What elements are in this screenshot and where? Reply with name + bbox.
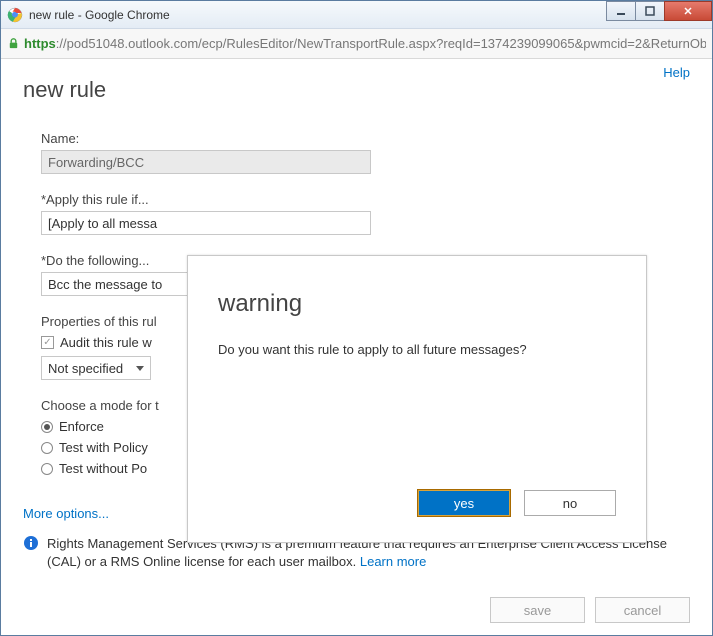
maximize-button[interactable] bbox=[635, 1, 665, 21]
lock-icon bbox=[7, 37, 20, 51]
chrome-icon bbox=[7, 7, 23, 23]
audit-label: Audit this rule w bbox=[60, 335, 152, 350]
window-titlebar: new rule - Google Chrome bbox=[1, 1, 712, 29]
mode-test-policy-label: Test with Policy bbox=[59, 440, 148, 455]
name-input[interactable] bbox=[41, 150, 371, 174]
mode-test-without-radio[interactable] bbox=[41, 463, 53, 475]
learn-more-link[interactable]: Learn more bbox=[360, 554, 426, 569]
mode-enforce-label: Enforce bbox=[59, 419, 104, 434]
window-title: new rule - Google Chrome bbox=[29, 8, 170, 22]
no-button[interactable]: no bbox=[524, 490, 616, 516]
audit-checkbox[interactable]: ✓ bbox=[41, 336, 54, 349]
cancel-button[interactable]: cancel bbox=[595, 597, 690, 623]
severity-select[interactable]: Not specified bbox=[41, 356, 151, 380]
close-button[interactable] bbox=[664, 1, 712, 21]
mode-test-without-label: Test without Po bbox=[59, 461, 147, 476]
footer-buttons: save cancel bbox=[490, 597, 690, 623]
save-button[interactable]: save bbox=[490, 597, 585, 623]
help-link[interactable]: Help bbox=[663, 65, 690, 80]
dialog-buttons: yes no bbox=[418, 490, 616, 516]
name-label: Name: bbox=[41, 131, 403, 146]
severity-value: Not specified bbox=[48, 361, 123, 376]
apply-select[interactable]: [Apply to all messa bbox=[41, 211, 371, 235]
url-path: ://pod51048.outlook.com/ecp/RulesEditor/… bbox=[56, 36, 706, 51]
dialog-text: Do you want this rule to apply to all fu… bbox=[218, 342, 616, 357]
mode-enforce-radio[interactable] bbox=[41, 421, 53, 433]
info-icon bbox=[23, 535, 39, 551]
do-select-value: Bcc the message to bbox=[48, 277, 162, 292]
page-content: Help new rule Name: *Apply this rule if.… bbox=[1, 59, 712, 635]
apply-label: *Apply this rule if... bbox=[41, 192, 403, 207]
mode-test-policy-radio[interactable] bbox=[41, 442, 53, 454]
url-scheme: https bbox=[24, 36, 56, 51]
page-title: new rule bbox=[23, 77, 690, 103]
minimize-button[interactable] bbox=[606, 1, 636, 21]
window-controls bbox=[607, 1, 712, 21]
dialog-title: warning bbox=[218, 290, 616, 318]
more-options-link[interactable]: More options... bbox=[23, 506, 109, 521]
warning-dialog: warning Do you want this rule to apply t… bbox=[187, 255, 647, 543]
apply-select-value: [Apply to all messa bbox=[48, 216, 157, 231]
yes-button[interactable]: yes bbox=[418, 490, 510, 516]
address-bar[interactable]: https://pod51048.outlook.com/ecp/RulesEd… bbox=[1, 29, 712, 59]
chevron-down-icon bbox=[136, 366, 144, 371]
